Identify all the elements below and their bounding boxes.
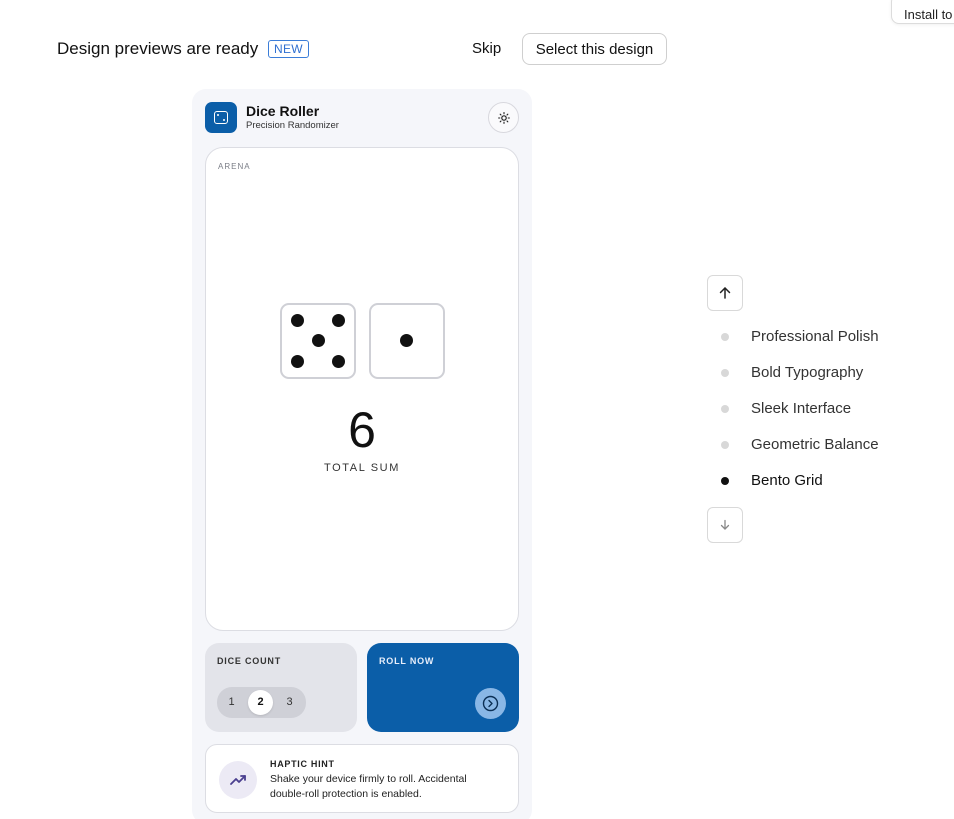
die-one xyxy=(280,303,356,379)
install-button[interactable]: Install to xyxy=(891,0,954,24)
previous-design-button[interactable] xyxy=(707,275,743,311)
haptic-hint-text: Shake your device firmly to roll. Accide… xyxy=(270,773,467,800)
design-option-label: Professional Polish xyxy=(751,328,879,345)
sun-icon xyxy=(498,112,510,124)
page-title: Design previews are ready xyxy=(57,39,259,58)
arrow-down-icon xyxy=(720,519,730,530)
haptic-hint-card: HAPTIC HINT Shake your device firmly to … xyxy=(205,744,519,813)
design-dot xyxy=(721,369,729,377)
app-preview: Dice Roller Precision Randomizer ARENA 6… xyxy=(192,89,532,819)
arrow-up-icon xyxy=(719,287,731,299)
dice-count-card: DICE COUNT 1 2 3 xyxy=(205,643,357,732)
design-option-label: Bento Grid xyxy=(751,472,823,489)
design-option-bold-typography[interactable]: Bold Typography xyxy=(707,361,947,385)
design-option-professional-polish[interactable]: Professional Polish xyxy=(707,325,947,349)
app-title: Dice Roller xyxy=(246,103,320,119)
new-badge: NEW xyxy=(268,40,309,58)
total-sum-value: 6 xyxy=(348,402,376,458)
design-option-bento-grid[interactable]: Bento Grid xyxy=(707,469,947,493)
arena-label: ARENA xyxy=(218,162,251,171)
roll-now-label: ROLL NOW xyxy=(379,656,435,666)
design-option-label: Geometric Balance xyxy=(751,436,879,453)
design-option-sleek-interface[interactable]: Sleek Interface xyxy=(707,397,947,421)
roll-now-button[interactable]: ROLL NOW xyxy=(367,643,519,732)
die-pip xyxy=(291,314,304,327)
dice-count-label: DICE COUNT xyxy=(217,656,281,666)
design-option-label: Bold Typography xyxy=(751,364,864,381)
dice-count-option-1[interactable]: 1 xyxy=(219,690,244,715)
die-pip xyxy=(400,334,413,347)
design-dot xyxy=(721,441,729,449)
skip-button[interactable]: Skip xyxy=(466,33,507,65)
design-dot-active xyxy=(721,477,729,485)
design-dot xyxy=(721,405,729,413)
trend-icon xyxy=(219,761,257,799)
die-pip xyxy=(291,355,304,368)
dice-arena[interactable]: ARENA 6 TOTAL SUM xyxy=(205,147,519,631)
select-design-button[interactable]: Select this design xyxy=(522,33,667,65)
dice-logo-icon xyxy=(205,102,237,133)
dice-count-option-2[interactable]: 2 xyxy=(248,690,273,715)
die-pip xyxy=(332,355,345,368)
dice-count-selector: 1 2 3 xyxy=(217,687,306,718)
design-option-label: Sleek Interface xyxy=(751,400,852,417)
next-design-button[interactable] xyxy=(707,507,743,543)
total-sum-label: TOTAL SUM xyxy=(324,462,400,474)
app-subtitle: Precision Randomizer xyxy=(246,120,339,131)
design-dot xyxy=(721,333,729,341)
design-option-geometric-balance[interactable]: Geometric Balance xyxy=(707,433,947,457)
chevron-right-circle-icon xyxy=(482,695,499,712)
die-pip xyxy=(312,334,325,347)
die-pip xyxy=(332,314,345,327)
die-two xyxy=(369,303,445,379)
dice-count-option-3[interactable]: 3 xyxy=(277,690,302,715)
theme-toggle-button[interactable] xyxy=(488,102,519,133)
haptic-hint-title: HAPTIC HINT xyxy=(270,759,335,769)
roll-go-button[interactable] xyxy=(475,688,506,719)
